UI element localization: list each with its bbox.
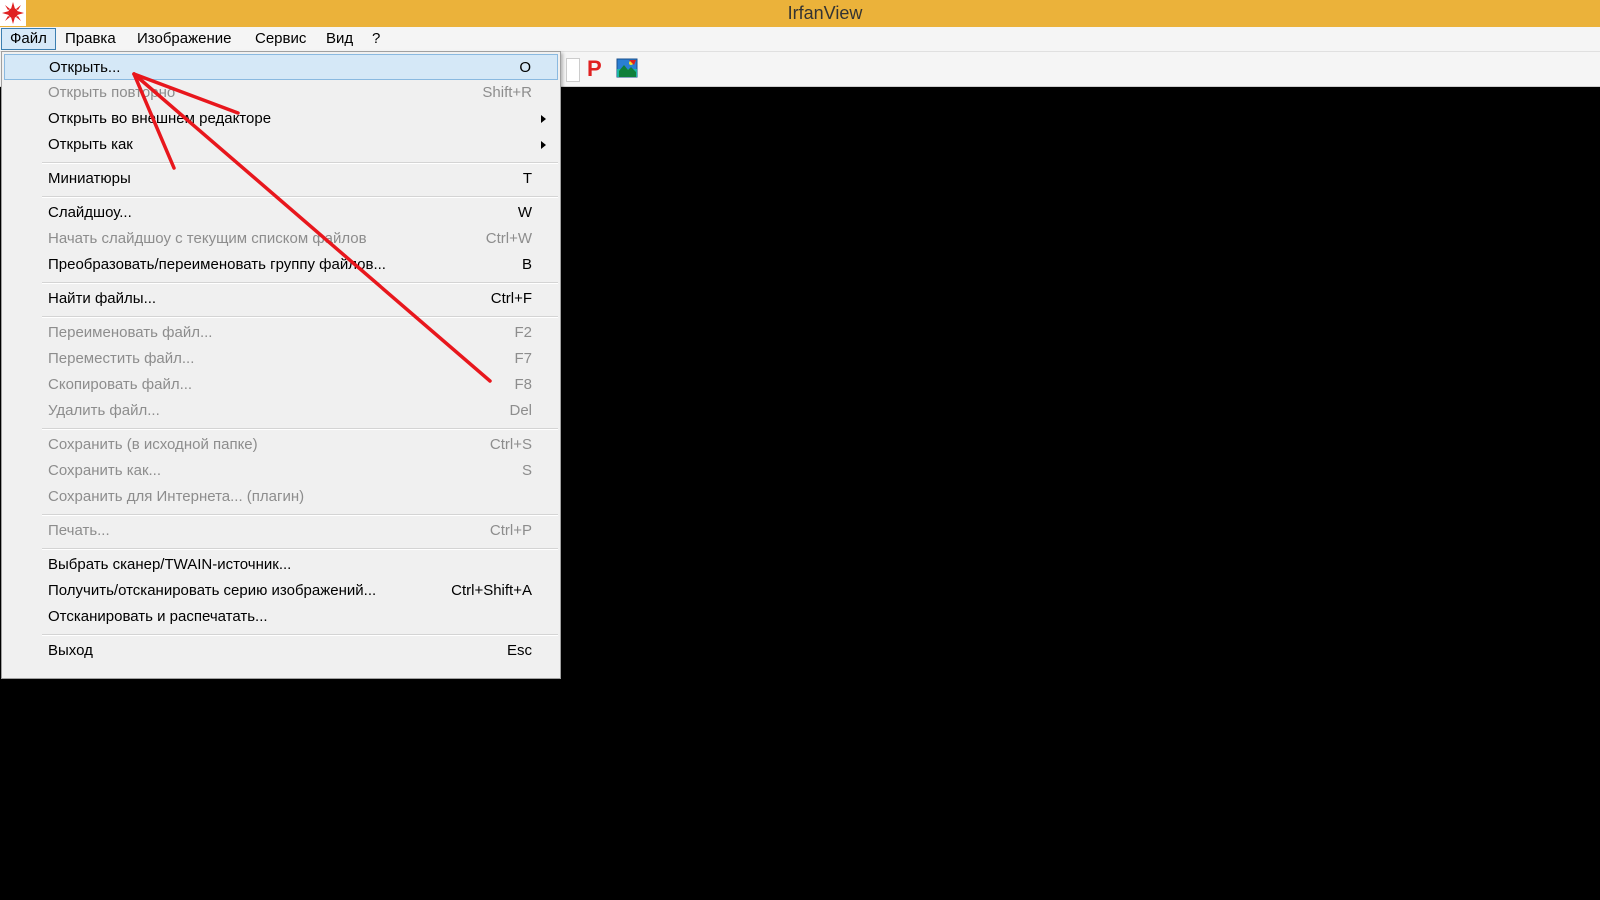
menu-item-label: Сохранить (в исходной папке) [48,436,258,453]
menu-item-label: Миниатюры [48,170,131,187]
menu-item-label: Слайдшоу... [48,204,132,221]
menu-item-label: Получить/отсканировать серию изображений… [48,582,377,599]
menu-separator [42,428,558,430]
menu-image[interactable]: Изображение [129,29,240,49]
menu-item-start-slideshow[interactable]: Начать слайдшоу с текущим списком файлов… [4,226,558,252]
menu-item-label: Сохранить как... [48,462,162,479]
title-bar: IrfanView [0,0,1600,27]
menu-item-delete-file[interactable]: Удалить файл... Del [4,398,558,424]
menu-separator [42,196,558,198]
menu-item-shortcut: O [519,59,531,76]
menu-bar: Файл Правка Изображение Сервис Вид ? [0,27,1600,52]
menu-item-label: Удалить файл... [48,402,160,419]
menu-item-slideshow[interactable]: Слайдшоу... W [4,200,558,226]
menu-item-label: Открыть повторно [48,84,176,101]
menu-item-label: Открыть во внешнем редакторе [48,110,272,127]
menu-item-copy-file[interactable]: Скопировать файл... F8 [4,372,558,398]
menu-item-open[interactable]: Открыть... O [4,54,558,80]
menu-item-shortcut: Ctrl+Shift+A [451,582,532,599]
menu-item-label: Сохранить для Интернета... (плагин) [48,488,305,505]
menu-item-shortcut: T [522,170,532,187]
menu-item-shortcut: Del [509,402,532,419]
menu-separator [42,634,558,636]
menu-item-find-files[interactable]: Найти файлы... Ctrl+F [4,286,558,312]
menu-item-label: Преобразовать/переименовать группу файло… [48,256,386,273]
menu-item-scan-and-print[interactable]: Отсканировать и распечатать... [4,604,558,630]
menu-edit[interactable]: Правка [57,29,124,49]
menu-item-shortcut: Ctrl+W [485,230,532,247]
menu-item-exit[interactable]: Выход Esc [4,638,558,664]
menu-item-shortcut: F2 [514,324,532,341]
menu-item-label: Начать слайдшоу с текущим списком файлов [48,230,367,247]
menu-separator [42,282,558,284]
menu-item-acquire-batch[interactable]: Получить/отсканировать серию изображений… [4,578,558,604]
menu-item-label: Выбрать сканер/TWAIN-источник... [48,556,292,573]
submenu-arrow-icon [541,115,546,123]
menu-item-open-external-editor[interactable]: Открыть во внешнем редакторе [4,106,558,132]
menu-separator [42,316,558,318]
menu-item-shortcut: Ctrl+F [490,290,532,307]
menu-item-shortcut: B [521,256,532,273]
menu-item-reopen[interactable]: Открыть повторно Shift+R [4,80,558,106]
blank-icon[interactable] [566,58,580,82]
menu-item-shortcut: Ctrl+P [489,522,532,539]
image-icon[interactable] [616,57,638,79]
menu-separator [42,548,558,550]
menu-item-thumbnails[interactable]: Миниатюры T [4,166,558,192]
menu-item-select-scanner[interactable]: Выбрать сканер/TWAIN-источник... [4,552,558,578]
menu-item-shortcut: F7 [514,350,532,367]
menu-item-shortcut: F8 [514,376,532,393]
menu-help[interactable]: ? [364,29,388,49]
menu-separator [42,162,558,164]
menu-file[interactable]: Файл [1,28,56,50]
menu-separator [42,514,558,516]
menu-options[interactable]: Сервис [247,29,314,49]
menu-item-label: Отсканировать и распечатать... [48,608,268,625]
menu-item-rename-file[interactable]: Переименовать файл... F2 [4,320,558,346]
menu-item-open-as[interactable]: Открыть как [4,132,558,158]
irfanview-window: IrfanView Файл Правка Изображение Сервис… [0,0,1600,900]
menu-item-label: Переименовать файл... [48,324,213,341]
menu-item-label: Найти файлы... [48,290,157,307]
window-title: IrfanView [787,3,863,23]
file-menu-dropdown: Открыть... O Открыть повторно Shift+R От… [1,51,561,679]
menu-item-save-for-web[interactable]: Сохранить для Интернета... (плагин) [4,484,558,510]
menu-item-move-file[interactable]: Переместить файл... F7 [4,346,558,372]
menu-item-label: Печать... [48,522,110,539]
menu-item-save[interactable]: Сохранить (в исходной папке) Ctrl+S [4,432,558,458]
menu-item-batch-convert[interactable]: Преобразовать/переименовать группу файло… [4,252,558,278]
menu-item-shortcut: Ctrl+S [489,436,532,453]
p-icon[interactable]: P [587,56,602,82]
menu-item-shortcut: S [521,462,532,479]
menu-item-label: Открыть как [48,136,133,153]
menu-item-shortcut: W [517,204,532,221]
menu-item-label: Открыть... [49,59,121,76]
menu-view[interactable]: Вид [318,29,361,49]
menu-item-shortcut: Esc [506,642,532,659]
menu-item-print[interactable]: Печать... Ctrl+P [4,518,558,544]
submenu-arrow-icon [541,141,546,149]
menu-item-save-as[interactable]: Сохранить как... S [4,458,558,484]
menu-item-label: Выход [48,642,93,659]
menu-item-shortcut: Shift+R [482,84,532,101]
menu-item-label: Переместить файл... [48,350,195,367]
menu-item-label: Скопировать файл... [48,376,193,393]
